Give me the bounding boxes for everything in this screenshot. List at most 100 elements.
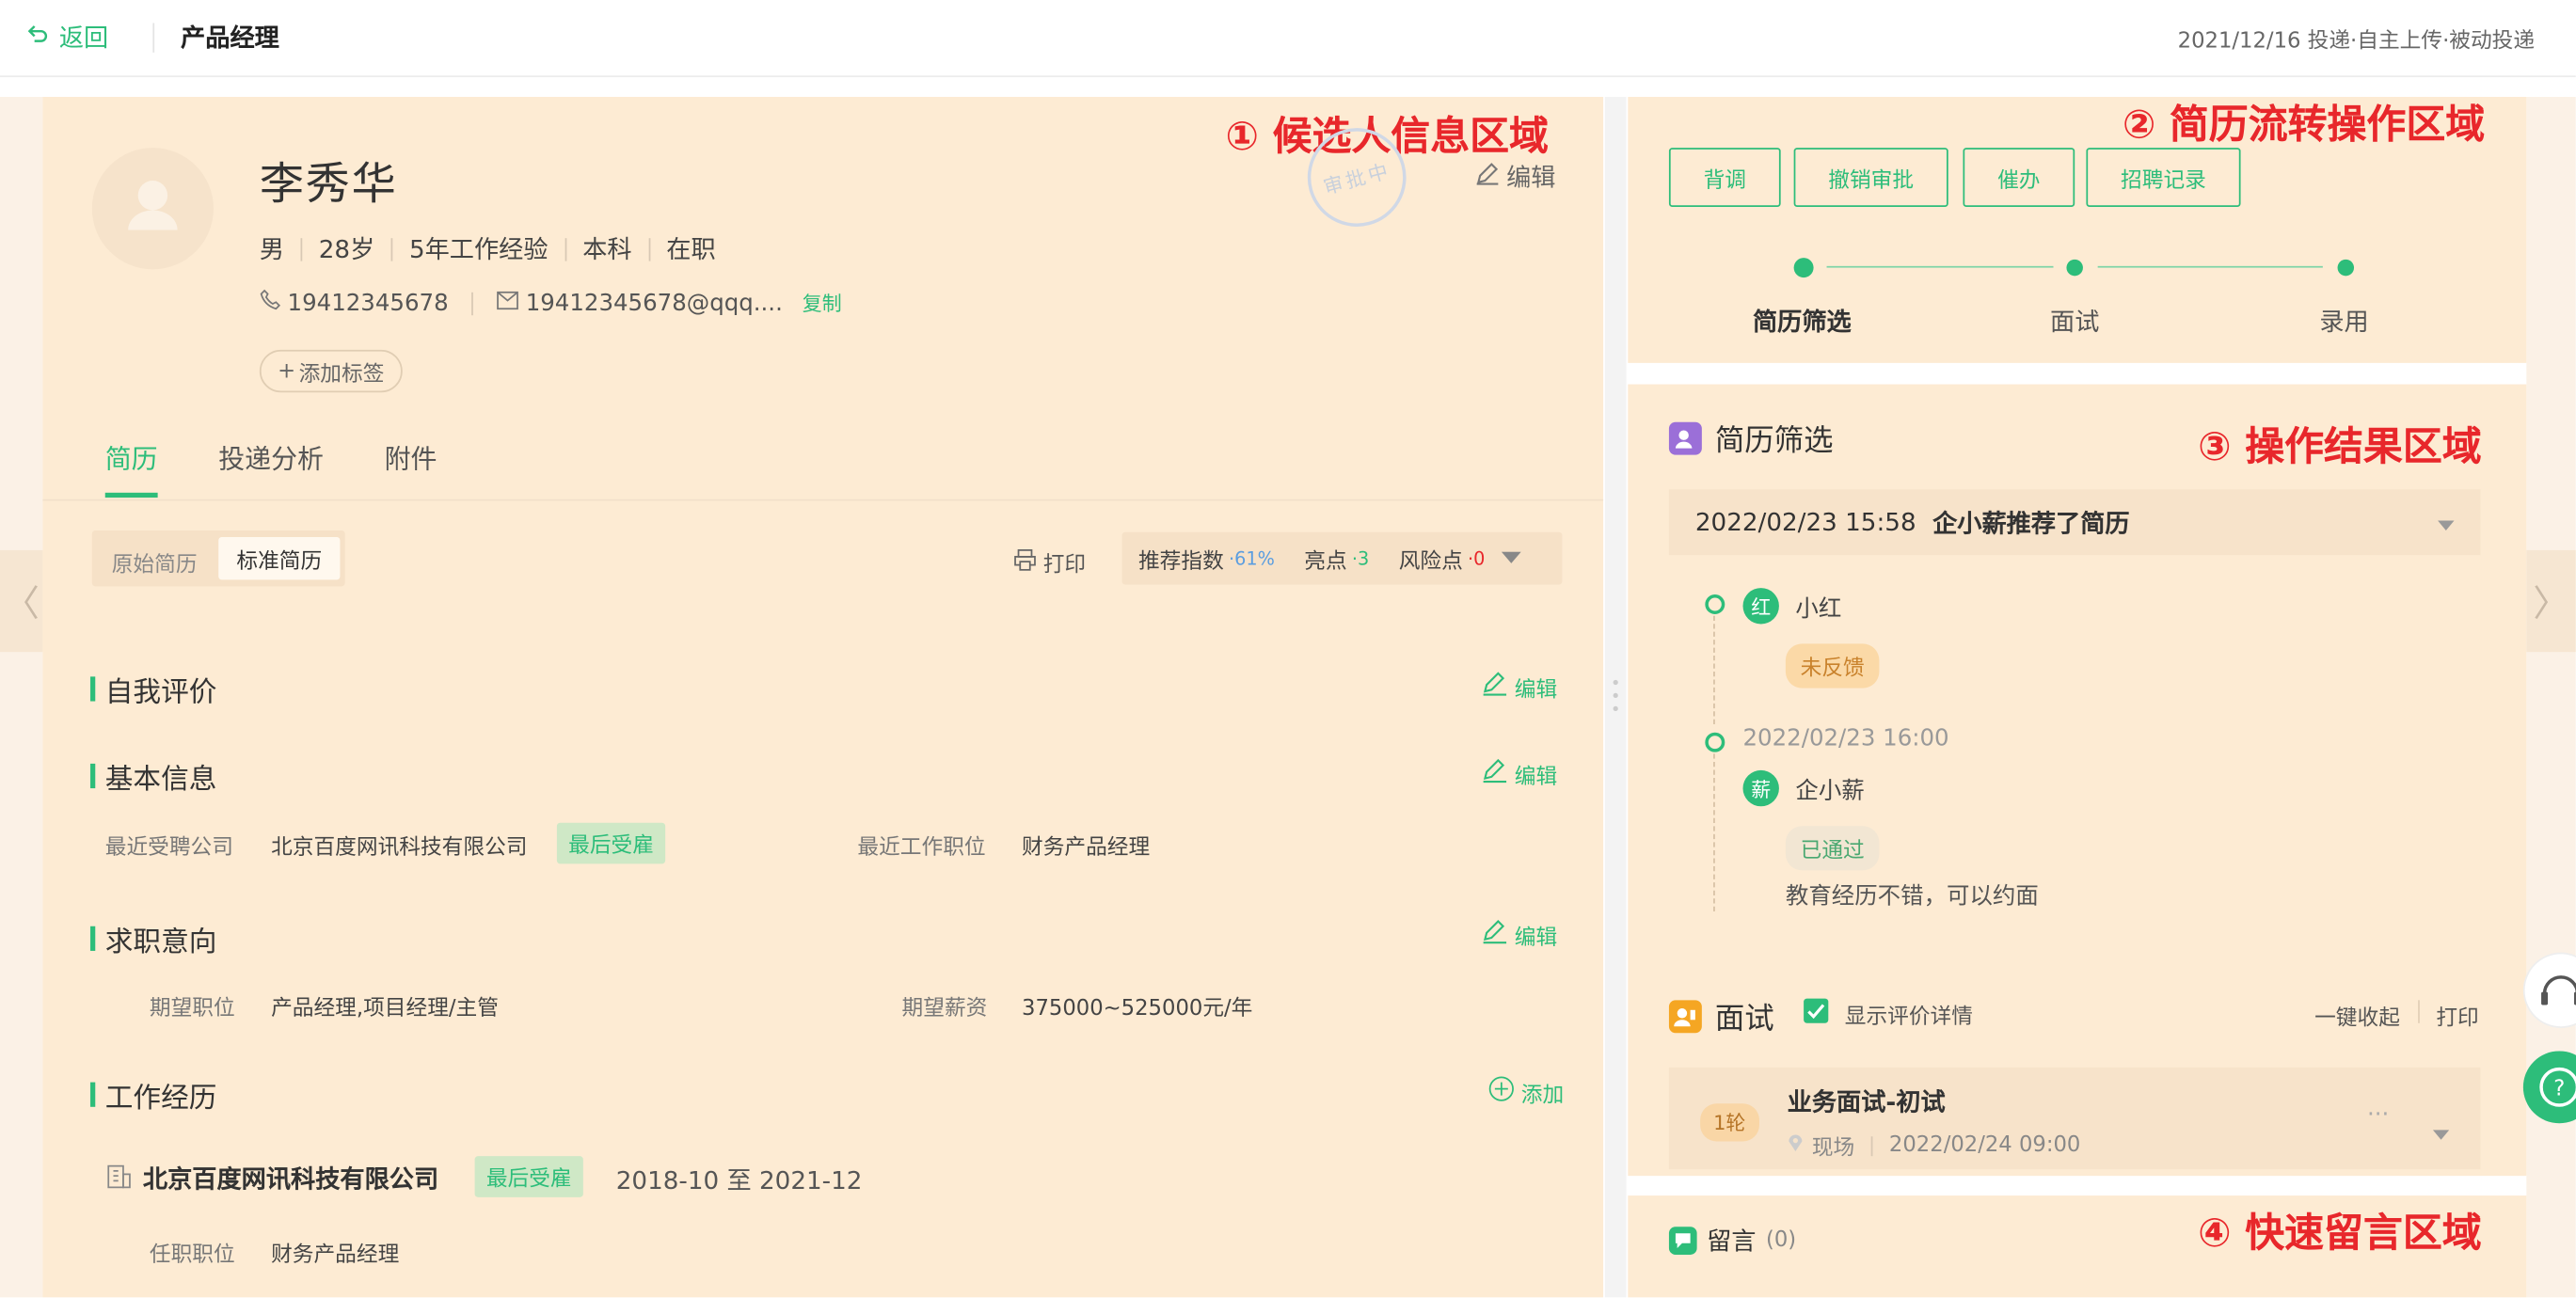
status-badge: 已通过 [1785,826,1880,871]
work-company: 北京百度网讯科技有限公司 [142,1163,439,1195]
work-last-employed-badge: 最后受雇 [474,1156,583,1197]
tab-delivery-analysis[interactable]: 投递分析 [218,436,324,476]
delivery-meta: 2021/12/16 投递·自主上传·被动投递 [2177,29,2536,55]
entry-time: 2022/02/23 16:00 [1742,725,1949,752]
plus-circle-icon [1488,1076,1515,1109]
edit-basic-info-button[interactable]: 编辑 [1482,757,1557,790]
avatar: 薪 [1742,769,1779,807]
edit-self-eval-button[interactable]: 编辑 [1482,670,1557,703]
record-time: 2022/02/23 15:58 [1694,507,1916,537]
step-hire[interactable]: 录用 [2319,304,2368,339]
self-eval-title: 自我评价 [90,669,217,710]
basic-info-title-text: 基本信息 [104,763,217,797]
chevron-down-icon [1501,546,1521,571]
check-icon [1807,1004,1825,1020]
prev-arrow-icon[interactable]: 〈 [0,549,43,653]
print-label: 打印 [1042,553,1087,578]
pencil-icon [1482,757,1508,790]
show-detail-label[interactable]: 显示评价详情 [1845,999,1973,1030]
svg-text:?: ? [2553,1077,2565,1101]
screening-header: 简历筛选 [1668,417,1834,459]
add-tag-label: 添加标签 [298,361,385,388]
annotation-3: ③ 操作结果区域 [2198,423,2482,470]
resume-metrics[interactable]: 推荐指数 ·61% 亮点 ·3 风险点 ·0 [1121,531,1563,585]
pencil-icon [1475,161,1500,192]
panel-divider[interactable] [1604,97,1627,1298]
work-role-value: 财务产品经理 [271,1243,400,1268]
pencil-icon [1482,918,1508,951]
avatar: 红 [1742,588,1779,625]
help-icon[interactable]: ? [2522,1051,2576,1124]
next-arrow-icon[interactable]: 〉 [2526,549,2576,653]
urge-button[interactable]: 催办 [1963,148,2075,207]
more-options-icon[interactable]: ··· [2367,1102,2389,1129]
job-status: 在职 [666,234,716,265]
email-address: 19412345678@qqq.... [525,290,783,317]
edit-label: 编辑 [1514,764,1558,789]
timeline-line [1713,615,1715,724]
timeline-line [1713,753,1715,912]
back-button[interactable]: 返回 [26,20,108,55]
expected-salary-label: 期望薪资 [901,996,988,1022]
contact-line: 19412345678 19412345678@qqq.... 复制 [260,289,842,317]
self-eval-title-text: 自我评价 [104,676,217,710]
customer-service-icon[interactable] [2522,952,2576,1028]
page-title: 产品经理 [181,23,279,53]
job-intent-title-text: 求职意向 [104,926,217,959]
background-check-button[interactable]: 背调 [1668,148,1781,207]
back-label: 返回 [58,23,109,53]
work-period: 2018-10 至 2021-12 [615,1165,863,1196]
step-dot-hire [2337,259,2355,277]
tab-resume[interactable]: 简历 [105,436,158,476]
interview-title: 面试 [1714,1002,1774,1037]
resume-tabs: 简历 投递分析 附件 [105,436,437,476]
recent-company-label: 最近受聘公司 [104,835,233,861]
candidate-panel [42,97,1604,1298]
timeline-dot [1705,594,1725,615]
original-resume-option[interactable]: 原始简历 [112,546,198,578]
print-resume-button[interactable]: 打印 [1013,546,1086,578]
experience: 5年工作经验 [408,234,549,265]
print-interview-button[interactable]: 打印 [2436,1000,2478,1031]
add-tag-button[interactable]: + 添加标签 [259,349,403,393]
edit-job-intent-button[interactable]: 编辑 [1482,918,1557,951]
interview-time: 2022/02/24 09:00 [1888,1132,2081,1158]
edit-profile-button[interactable]: 编辑 [1475,159,1555,194]
screening-record[interactable]: 2022/02/23 15:58 企小薪推荐了简历 [1668,489,2481,556]
phone-icon [260,289,281,317]
step-dot-screening [1793,258,1814,278]
tab-attachments[interactable]: 附件 [385,436,437,476]
show-detail-checkbox[interactable] [1804,998,1829,1023]
interview-name: 业务面试-初试 [1787,1086,1946,1117]
standard-resume-option[interactable]: 标准简历 [218,536,341,580]
work-role-label: 任职职位 [149,1243,235,1268]
section-bar [90,676,96,702]
copy-button[interactable]: 复制 [803,289,842,317]
gender: 男 [259,234,285,265]
add-work-button[interactable]: 添加 [1488,1076,1564,1109]
recommend-value: ·61% [1229,547,1275,569]
revoke-approval-button[interactable]: 撤销审批 [1793,148,1948,207]
work-experience-title: 工作经历 [90,1074,216,1116]
recent-company-value: 北京百度网讯科技有限公司 [271,835,528,861]
message-header[interactable]: 留言 (0) [1668,1224,1797,1258]
message-count: (0) [1765,1228,1797,1254]
left-edge [0,97,43,1298]
interview-icon [1668,1000,1702,1034]
last-employed-badge: 最后受雇 [556,822,666,864]
avatar [91,148,214,270]
phone-number: 19412345678 [287,290,449,317]
chat-icon [1668,1227,1697,1255]
user-icon [128,181,178,230]
collapse-all-button[interactable]: 一键收起 [2314,1000,2400,1031]
interview-header: 面试 [1668,995,1774,1037]
chevron-down-icon[interactable] [2432,1116,2450,1147]
recruit-record-button[interactable]: 招聘记录 [2086,148,2241,207]
step-screening[interactable]: 简历筛选 [1753,304,1852,339]
edit-label: 编辑 [1514,677,1558,703]
expected-position-label: 期望职位 [149,996,235,1022]
step-interview[interactable]: 面试 [2050,304,2099,339]
recent-position-label: 最近工作职位 [857,835,986,861]
section-bar [90,926,96,951]
screening-icon [1668,421,1702,455]
